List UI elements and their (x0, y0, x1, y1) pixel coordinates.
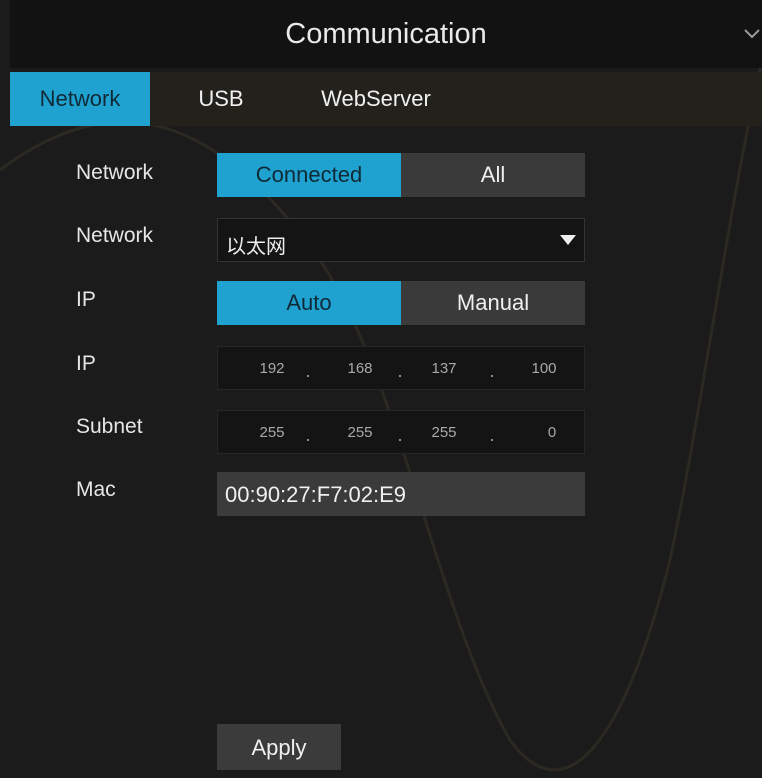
tab-webserver[interactable]: WebServer (306, 72, 446, 126)
subnet-octet-3[interactable]: 255 (414, 424, 474, 441)
subnet-field[interactable]: 255 255 255 0 (217, 410, 585, 454)
network-select-label: Network (76, 224, 154, 247)
all-option[interactable]: All (401, 153, 585, 197)
network-filter-label: Network (76, 161, 154, 184)
title-bar: Communication (10, 0, 762, 68)
tab-network[interactable]: Network (10, 72, 150, 126)
octet-separator (399, 375, 401, 377)
ip-octet-4[interactable]: 100 (514, 360, 574, 377)
network-select-value: 以太网 (226, 236, 286, 258)
window-title: Communication (285, 18, 487, 50)
ip-address-field[interactable]: 192 168 137 100 (217, 346, 585, 390)
tab-usb[interactable]: USB (186, 72, 256, 126)
connected-option[interactable]: Connected (217, 153, 401, 197)
network-select[interactable]: 以太网 (217, 218, 585, 262)
mac-field: 00:90:27:F7:02:E9 (217, 472, 585, 516)
subnet-octet-2[interactable]: 255 (330, 424, 390, 441)
communication-window: Communication Network USB WebServer Netw… (0, 0, 762, 778)
ip-mode-toggle: Auto Manual (217, 281, 585, 325)
ip-mode-label: IP (76, 288, 96, 311)
subnet-octet-4[interactable]: 0 (522, 424, 582, 441)
caret-down-icon (560, 235, 576, 245)
tab-bar: Network USB WebServer (10, 72, 762, 126)
apply-button[interactable]: Apply (217, 724, 341, 770)
mac-value: 00:90:27:F7:02:E9 (225, 482, 407, 507)
auto-option[interactable]: Auto (217, 281, 401, 325)
ip-octet-1[interactable]: 192 (242, 360, 302, 377)
ip-octet-2[interactable]: 168 (330, 360, 390, 377)
octet-separator (307, 375, 309, 377)
manual-option[interactable]: Manual (401, 281, 585, 325)
subnet-octet-1[interactable]: 255 (242, 424, 302, 441)
network-filter-toggle: Connected All (217, 153, 585, 197)
octet-separator (491, 439, 493, 441)
octet-separator (399, 439, 401, 441)
octet-separator (491, 375, 493, 377)
mac-label: Mac (76, 478, 116, 501)
ip-address-label: IP (76, 352, 96, 375)
octet-separator (307, 439, 309, 441)
subnet-label: Subnet (76, 415, 143, 438)
chevron-down-icon[interactable] (742, 24, 762, 44)
ip-octet-3[interactable]: 137 (414, 360, 474, 377)
